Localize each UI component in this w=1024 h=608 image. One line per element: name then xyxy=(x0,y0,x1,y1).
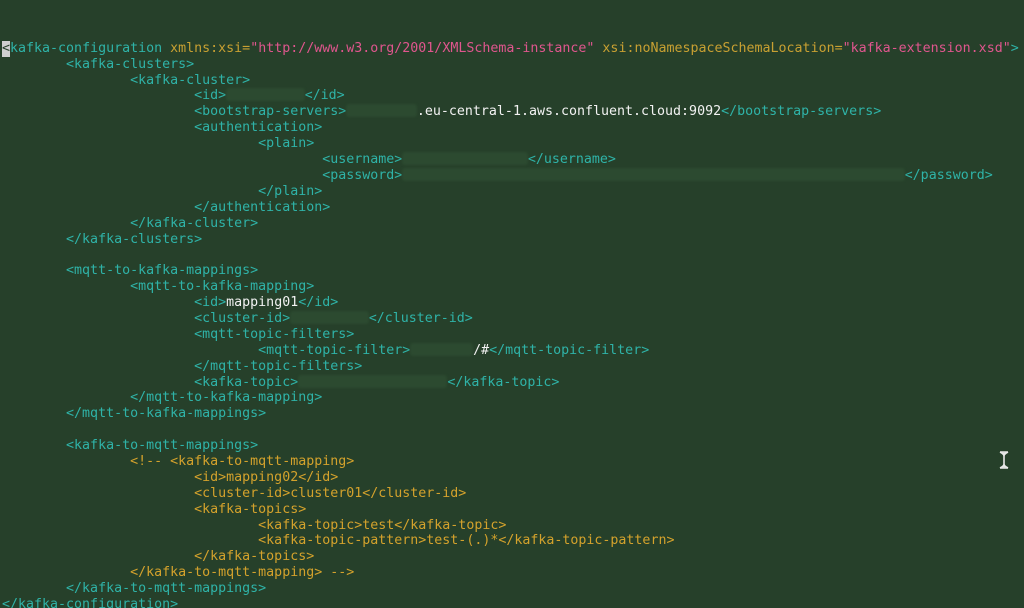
code-line: </kafka-configuration> xyxy=(0,597,1024,608)
code-token: </kafka-topic> xyxy=(447,374,560,390)
redacted-value xyxy=(402,167,905,181)
code-line: <kafka-topic>test</kafka-topic> xyxy=(0,518,1024,534)
code-token: <authentication> xyxy=(2,120,323,136)
code-token: </kafka-cluster> xyxy=(2,215,259,231)
code-area[interactable]: <kafka-configuration xmlns:xsi="http://w… xyxy=(0,40,1024,608)
code-line: <id> </id> xyxy=(0,88,1024,104)
code-token: <mqtt-topic-filters> xyxy=(2,326,355,342)
code-token: <plain> xyxy=(2,136,315,152)
code-token: /# xyxy=(473,342,490,358)
code-line: <mqtt-topic-filter> /#</mqtt-topic-filter… xyxy=(0,342,1024,359)
code-token: <id>mapping02</id> xyxy=(2,469,339,485)
code-line: <username> </username> xyxy=(0,152,1024,168)
code-line: <kafka-clusters> xyxy=(0,57,1024,73)
code-token: kafka-configuration xyxy=(10,40,171,56)
code-line: <bootstrap-servers> .eu-central-1.aws.con… xyxy=(0,104,1024,120)
code-token: xsi:noNamespaceSchemaLocation= xyxy=(594,40,843,56)
code-token: <!-- <kafka-to-mqtt-mapping> xyxy=(2,453,355,469)
code-line: <id>mapping01</id> xyxy=(0,295,1024,311)
code-line: </mqtt-topic-filters> xyxy=(0,359,1024,375)
code-line: <kafka-to-mqtt-mappings> xyxy=(0,438,1024,454)
text-ibeam-icon xyxy=(999,451,1009,469)
code-token: <username> xyxy=(2,152,403,168)
code-token: xmlns:xsi= xyxy=(170,40,251,56)
code-token: <mqtt-to-kafka-mappings> xyxy=(2,263,259,279)
code-token: mapping01 xyxy=(226,295,299,311)
code-token: <mqtt-to-kafka-mapping> xyxy=(2,279,315,295)
code-token: <kafka-cluster> xyxy=(2,72,251,88)
redacted-value xyxy=(402,152,528,166)
code-token: <kafka-clusters> xyxy=(2,56,195,72)
code-token: </password> xyxy=(904,167,993,183)
code-line: <authentication> xyxy=(0,120,1024,136)
redacted-value xyxy=(298,374,448,388)
code-token: <password> xyxy=(2,167,403,183)
code-line: <mqtt-to-kafka-mapping> xyxy=(0,279,1024,295)
code-line: <mqtt-to-kafka-mappings> xyxy=(0,263,1024,279)
code-token: "kafka-extension.xsd" xyxy=(842,40,1011,56)
code-token: <kafka-topic>test</kafka-topic> xyxy=(2,517,507,533)
code-line: <kafka-topic-pattern>test-(.)*</kafka-to… xyxy=(0,533,1024,549)
code-token: </kafka-to-mqtt-mapping> --> xyxy=(2,565,355,581)
code-line: <!-- <kafka-to-mqtt-mapping> xyxy=(0,454,1024,470)
code-token: </kafka-configuration> xyxy=(2,596,179,608)
code-token: </id> xyxy=(298,295,339,311)
code-token: <kafka-topics> xyxy=(2,501,307,517)
code-token: </kafka-to-mqtt-mappings> xyxy=(2,581,267,597)
code-token: </plain> xyxy=(2,183,323,199)
code-line: </authentication> xyxy=(0,200,1024,216)
code-token: </bootstrap-servers> xyxy=(721,104,882,120)
code-line: <kafka-topic> </kafka-topic> xyxy=(0,374,1024,391)
code-line: </mqtt-to-kafka-mappings> xyxy=(0,406,1024,422)
code-token: <cluster-id>cluster01</cluster-id> xyxy=(2,485,467,501)
terminal-window[interactable]: <kafka-configuration xmlns:xsi="http://w… xyxy=(0,0,1024,608)
code-token: <id> xyxy=(2,88,227,104)
code-token: </kafka-topics> xyxy=(2,549,315,565)
code-line: <plain> xyxy=(0,136,1024,152)
code-line: <id>mapping02</id> xyxy=(0,470,1024,486)
code-token: <id> xyxy=(2,295,227,311)
redacted-value xyxy=(226,88,305,102)
code-token: <mqtt-topic-filter> xyxy=(2,342,411,358)
code-token: </username> xyxy=(527,152,616,168)
code-token: </kafka-clusters> xyxy=(2,231,203,247)
code-token: </mqtt-topic-filter> xyxy=(489,342,650,358)
redacted-value xyxy=(290,310,369,324)
code-line: </kafka-cluster> xyxy=(0,216,1024,232)
text-cursor: < xyxy=(2,40,11,57)
code-line: </plain> xyxy=(0,184,1024,200)
code-token: </mqtt-to-kafka-mappings> xyxy=(2,406,267,422)
code-token: </mqtt-to-kafka-mapping> xyxy=(2,390,323,406)
code-token: > xyxy=(1010,40,1019,56)
code-token: </mqtt-topic-filters> xyxy=(2,358,363,374)
code-token: </cluster-id> xyxy=(368,310,473,326)
code-token: </id> xyxy=(304,88,345,104)
code-token: </authentication> xyxy=(2,199,331,215)
code-token: .eu-central-1.aws.confluent.cloud:9092 xyxy=(416,104,722,120)
code-token: <bootstrap-servers> xyxy=(2,104,347,120)
code-line: <mqtt-topic-filters> xyxy=(0,327,1024,343)
code-line: </kafka-topics> xyxy=(0,549,1024,565)
redacted-value xyxy=(346,104,417,118)
code-token: <kafka-topic-pattern>test-(.)*</kafka-to… xyxy=(2,533,675,549)
code-line: <cluster-id>cluster01</cluster-id> xyxy=(0,486,1024,502)
redacted-value xyxy=(410,342,474,356)
code-line: <cluster-id> </cluster-id> xyxy=(0,310,1024,327)
code-token: <kafka-topic> xyxy=(2,374,299,390)
code-line: <kafka-configuration xmlns:xsi="http://w… xyxy=(0,40,1024,57)
code-line: <kafka-topics> xyxy=(0,502,1024,518)
code-line: <password> </password> xyxy=(0,167,1024,184)
code-line: </mqtt-to-kafka-mapping> xyxy=(0,390,1024,406)
code-token: <cluster-id> xyxy=(2,310,291,326)
code-token: <kafka-to-mqtt-mappings> xyxy=(2,438,259,454)
code-line: </kafka-to-mqtt-mapping> --> xyxy=(0,565,1024,581)
code-line: </kafka-to-mqtt-mappings> xyxy=(0,581,1024,597)
code-token: "http://www.w3.org/2001/XMLSchema-instan… xyxy=(250,40,595,56)
code-line: </kafka-clusters> xyxy=(0,232,1024,248)
code-line: <kafka-cluster> xyxy=(0,73,1024,89)
